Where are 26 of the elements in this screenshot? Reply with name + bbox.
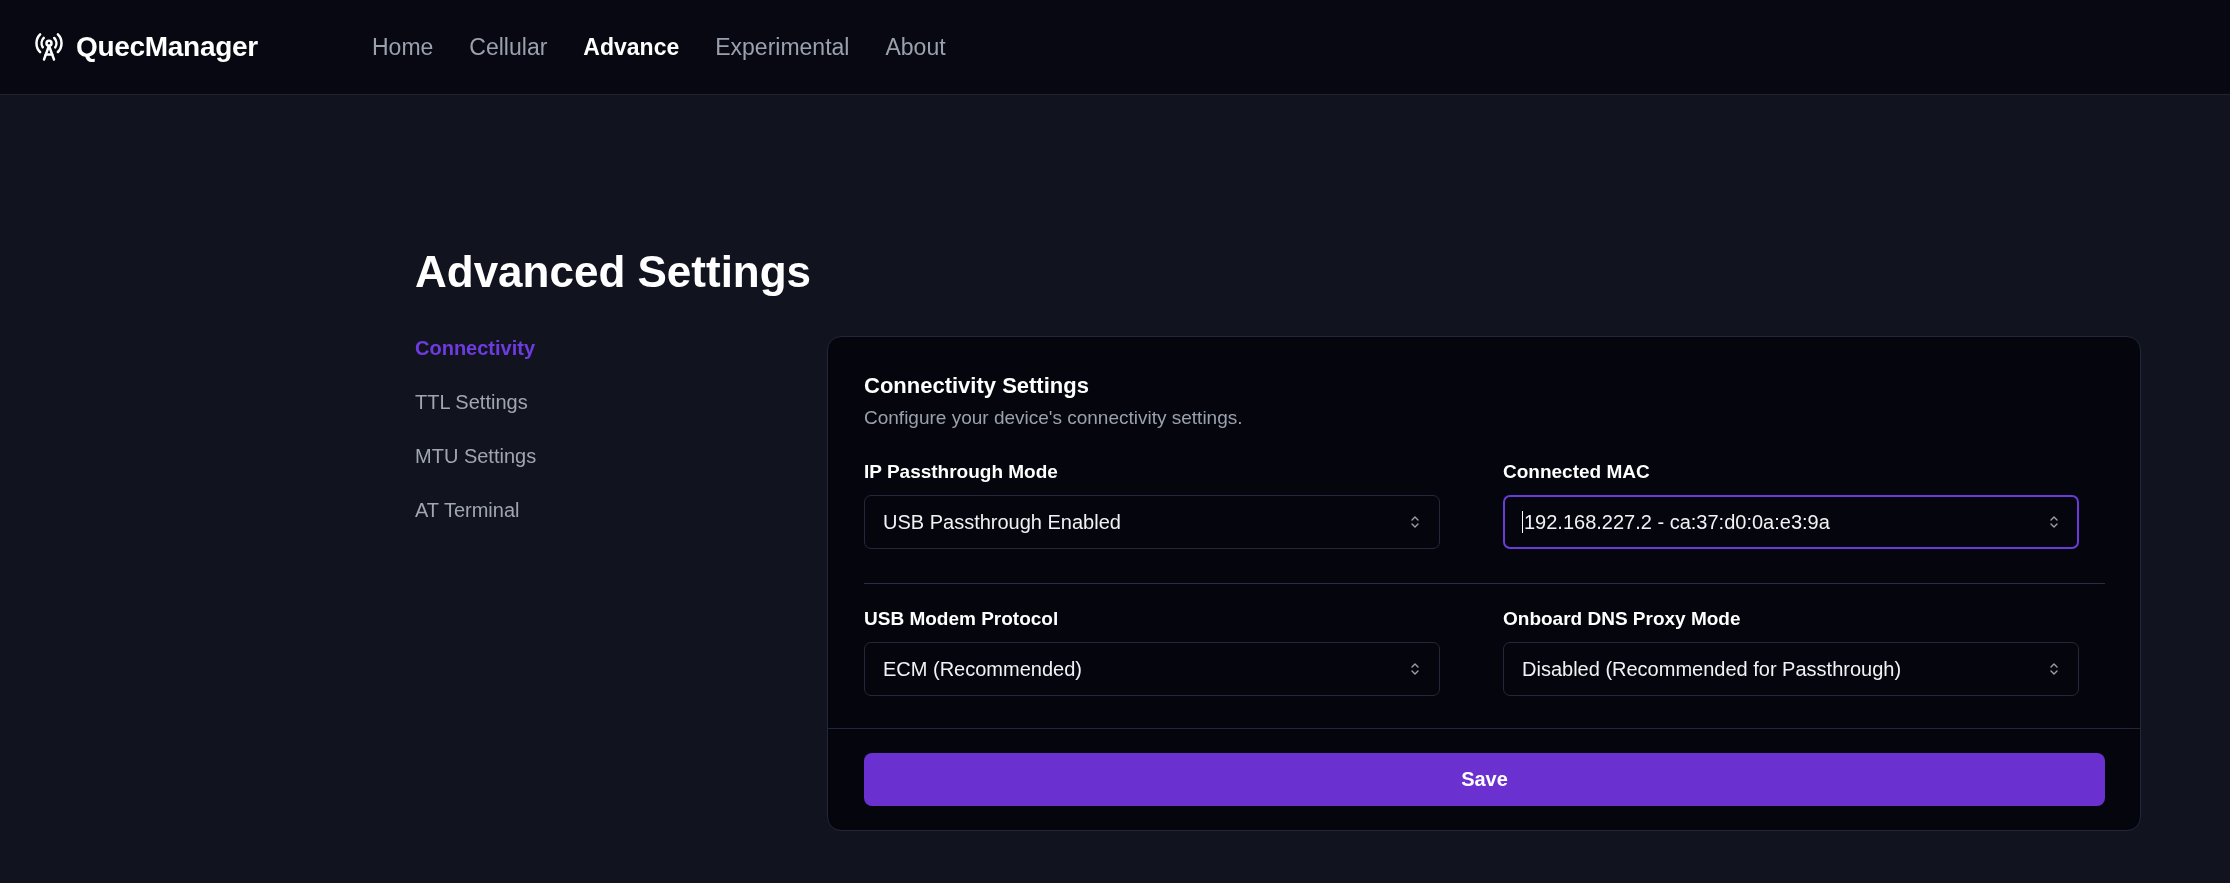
nav-link[interactable]: Home (372, 33, 434, 61)
chevron-updown-icon (1409, 662, 1421, 676)
antenna-icon (34, 32, 64, 62)
field-label: Connected MAC (1503, 461, 1651, 483)
nav-link[interactable]: Advance (583, 33, 680, 61)
nav-link[interactable]: Cellular (469, 33, 548, 61)
select-field[interactable]: Disabled (Recommended for Passthrough) (1503, 642, 2079, 696)
page-title: Advanced Settings (415, 246, 813, 294)
sidebar-item[interactable]: MTU Settings (415, 444, 827, 469)
brand-name: QuecManager (76, 31, 258, 63)
chevron-updown-icon (2048, 515, 2060, 529)
card-title: Connectivity Settings (864, 373, 1090, 399)
card-description: Configure your device's connectivity settings. (864, 407, 1244, 429)
select-field[interactable]: 192.168.227.2 - ca:37:d0:0a:e3:9a (1503, 495, 2079, 549)
chevron-updown-icon (1409, 515, 1421, 529)
save-button[interactable]: Save (864, 753, 2105, 806)
field-label: USB Modem Protocol (864, 608, 1060, 630)
select-field[interactable]: ECM (Recommended) (864, 642, 1440, 696)
sidebar-item[interactable]: TTL Settings (415, 390, 827, 415)
select-field[interactable]: USB Passthrough Enabled (864, 495, 1440, 549)
nav-link[interactable]: Experimental (715, 33, 850, 61)
field-label: IP Passthrough Mode (864, 461, 1059, 483)
field-label: Onboard DNS Proxy Mode (1503, 608, 1742, 630)
chevron-updown-icon (2048, 662, 2060, 676)
sidebar-item[interactable]: AT Terminal (415, 498, 827, 523)
nav-link[interactable]: About (885, 33, 946, 61)
